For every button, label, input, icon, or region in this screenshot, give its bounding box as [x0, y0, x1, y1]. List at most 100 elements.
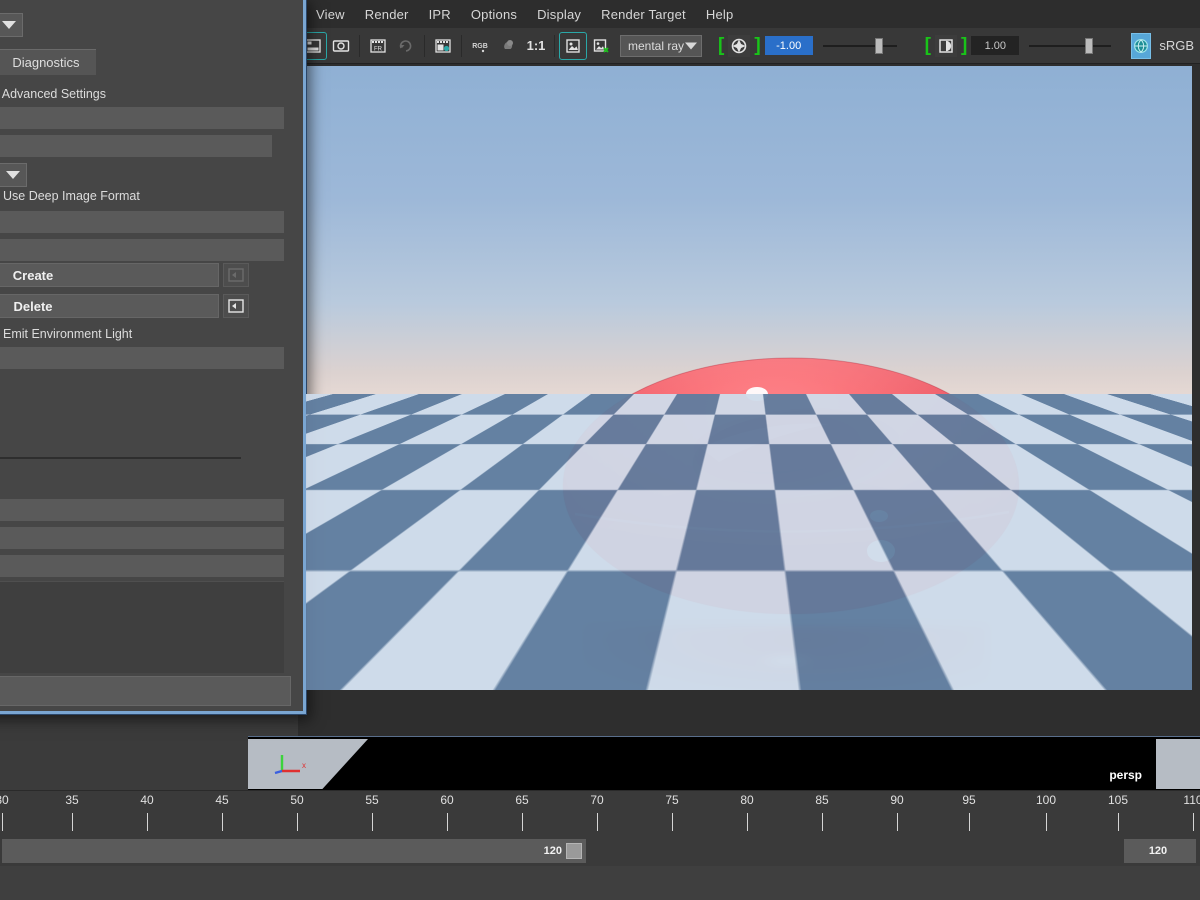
- time-slider-ticks: 30 35 40 45 50 55 60 65 70 75 80 85 90 95 100 105 110: [0, 791, 1200, 836]
- show-advanced-settings-label[interactable]: ow Advanced Settings: [0, 87, 106, 101]
- remove-image-icon[interactable]: [588, 33, 614, 59]
- motion-steps-track[interactable]: [0, 457, 241, 459]
- time-tick-label: 45: [215, 793, 229, 807]
- use-deep-image-format-label[interactable]: Use Deep Image Format: [3, 189, 140, 203]
- settings-scroll-area[interactable]: [0, 581, 284, 677]
- renderer-select[interactable]: mental ray: [620, 34, 703, 57]
- exposure-bracket-left: [: [718, 35, 725, 56]
- svg-text:x: x: [302, 761, 306, 770]
- toolbar-separator: [359, 34, 360, 57]
- time-tick-mark: [72, 813, 73, 831]
- menu-render-target[interactable]: Render Target: [591, 4, 696, 25]
- row-field-3[interactable]: [0, 211, 284, 233]
- render-view-menubar: View Render IPR Options Display Render T…: [298, 0, 1200, 28]
- menu-display[interactable]: Display: [527, 4, 591, 25]
- time-tick-mark: [1193, 813, 1194, 831]
- render-view-toolbar: FR RGB 1:1 mental ray [] -1.00 [] 1.00…: [298, 28, 1200, 64]
- range-end-value: 120: [1148, 845, 1168, 857]
- ipr-refresh-icon[interactable]: [393, 33, 419, 59]
- gamma-icon[interactable]: [935, 34, 957, 57]
- render-region-icon[interactable]: FR: [365, 33, 391, 59]
- exposure-value-field[interactable]: -1.00: [764, 36, 813, 55]
- alpha-channel-icon[interactable]: [495, 33, 521, 59]
- color-space-label: sRGB: [1159, 38, 1194, 53]
- time-tick-label: 95: [962, 793, 976, 807]
- chevron-down-icon: [2, 21, 16, 29]
- time-tick-label: 105: [1107, 793, 1129, 807]
- rgb-channel-icon[interactable]: RGB: [467, 33, 493, 59]
- maya-viewport-panel[interactable]: x persp: [248, 736, 1200, 790]
- rendered-image-canvas[interactable]: size: 960 x 540 zoom: 1.000 (mental ray)…: [306, 66, 1192, 690]
- render-sequence-icon[interactable]: [430, 33, 456, 59]
- time-slider[interactable]: 30 35 40 45 50 55 60 65 70 75 80 85 90 95 100 105 110: [0, 790, 1200, 836]
- dialog-preset-select[interactable]: [0, 13, 23, 37]
- svg-text:RGB: RGB: [472, 43, 488, 50]
- time-tick-mark: [222, 813, 223, 831]
- time-tick-mark: [747, 813, 748, 831]
- menu-help[interactable]: Help: [696, 4, 744, 25]
- exposure-slider[interactable]: [822, 37, 897, 54]
- row-field-6[interactable]: [0, 499, 284, 521]
- axis-gizmo-icon: x: [274, 755, 306, 775]
- range-slider-left[interactable]: 120: [2, 839, 586, 863]
- viewport-grid-plane: [248, 739, 368, 789]
- row-field-1[interactable]: [0, 107, 284, 129]
- time-tick-mark: [822, 813, 823, 831]
- dialog-body: ow Advanced Settings GBA (Half) 4x16 Bit…: [0, 75, 303, 677]
- range-slider[interactable]: 120 120: [0, 836, 1200, 866]
- toolbar-separator-2: [424, 34, 425, 57]
- exposure-slider-handle[interactable]: [874, 37, 883, 54]
- color-management-icon[interactable]: [1131, 32, 1152, 59]
- zoom-ratio-label: 1:1: [526, 38, 546, 53]
- emit-environment-light-label[interactable]: Emit Environment Light: [3, 327, 132, 341]
- gamma-slider[interactable]: [1029, 37, 1112, 54]
- range-start-value: 120: [543, 845, 562, 857]
- gamma-slider-handle[interactable]: [1085, 37, 1094, 54]
- dialog-footer: Close: [0, 673, 303, 709]
- renderer-select-value: mental ray: [628, 38, 685, 53]
- exposure-icon[interactable]: [728, 34, 751, 57]
- range-grip-icon[interactable]: [566, 843, 582, 859]
- motion-steps-slider[interactable]: [0, 447, 247, 469]
- gamma-bracket-left: [: [924, 35, 931, 56]
- menu-render[interactable]: Render: [355, 4, 419, 25]
- range-end-field[interactable]: 120: [1124, 839, 1196, 863]
- menu-options[interactable]: Options: [461, 4, 527, 25]
- snapshot-camera-icon[interactable]: [328, 33, 354, 59]
- image-format-select[interactable]: GBA (Half) 4x16 Bit: [0, 163, 27, 187]
- gamma-value-field[interactable]: 1.00: [971, 36, 1020, 55]
- create-options-icon[interactable]: [223, 263, 249, 287]
- viewport-camera-label: persp: [1109, 768, 1142, 782]
- time-tick-label: 70: [590, 793, 604, 807]
- toolbar-separator-4: [554, 34, 555, 57]
- render-view-window: View Render IPR Options Display Render T…: [298, 0, 1200, 742]
- time-tick-label: 90: [890, 793, 904, 807]
- menu-ipr[interactable]: IPR: [419, 4, 461, 25]
- row-field-8[interactable]: [0, 555, 284, 577]
- chevron-down-icon: [6, 171, 20, 179]
- row-field-5[interactable]: [0, 347, 284, 369]
- row-field-2[interactable]: [0, 135, 272, 157]
- time-tick-mark: [897, 813, 898, 831]
- row-field-4[interactable]: [0, 239, 284, 261]
- time-tick-label: 75: [665, 793, 679, 807]
- dialog-header: [0, 0, 303, 49]
- time-tick-label: 50: [290, 793, 304, 807]
- close-button[interactable]: Close: [0, 676, 291, 706]
- viewport-right-edge: [1156, 739, 1200, 789]
- time-tick-mark: [969, 813, 970, 831]
- delete-button[interactable]: Delete: [0, 294, 219, 318]
- tab-diagnostics[interactable]: Diagnostics: [0, 49, 96, 75]
- application-root: View Render IPR Options Display Render T…: [0, 0, 1200, 900]
- create-button[interactable]: Create: [0, 263, 219, 287]
- delete-options-icon[interactable]: [223, 294, 249, 318]
- time-tick-mark: [1118, 813, 1119, 831]
- time-tick-label: 85: [815, 793, 829, 807]
- keep-image-icon[interactable]: [559, 31, 587, 60]
- time-tick-mark: [2, 813, 3, 831]
- row-field-7[interactable]: [0, 527, 284, 549]
- zoom-one-to-one-icon[interactable]: 1:1: [523, 33, 549, 59]
- time-tick-mark: [597, 813, 598, 831]
- time-tick-mark: [522, 813, 523, 831]
- menu-view[interactable]: View: [306, 4, 355, 25]
